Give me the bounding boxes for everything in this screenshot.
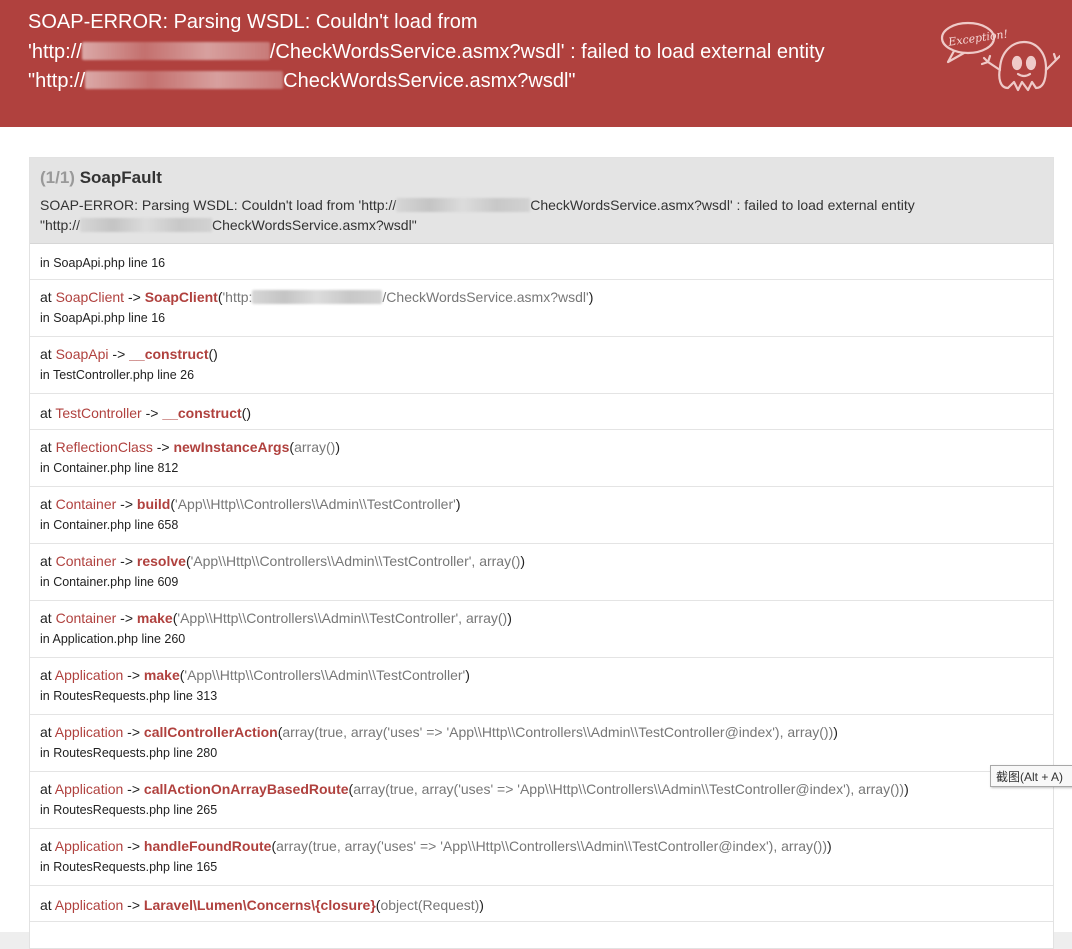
exception-message-line2-prefix: "http:// [40, 216, 80, 233]
trace-frame: at TestController -> __construct() [30, 394, 1053, 430]
trace-class: Application [54, 724, 124, 740]
exception-message: SOAP-ERROR: Parsing WSDL: Couldn't load … [40, 196, 1043, 235]
trace-location: in Container.php line 812 [40, 461, 179, 475]
trace-args: object(Request) [380, 897, 480, 913]
exception-count: (1/1) [40, 168, 75, 187]
trace-call: at TestController -> __construct() [40, 405, 252, 421]
trace-args-suffix: /CheckWordsService.asmx?wsdl' [382, 289, 589, 305]
trace-location: in Container.php line 609 [40, 575, 179, 589]
trace-class: ReflectionClass [55, 439, 153, 455]
trace-function: handleFoundRoute [143, 838, 272, 854]
trace-args-prefix: 'http: [222, 289, 253, 305]
trace-function: newInstanceArgs [173, 439, 290, 455]
trace-location: in Container.php line 658 [40, 518, 179, 532]
trace-location: in Application.php line 260 [40, 632, 186, 646]
trace-frame: at SoapClient -> SoapClient('http:/Check… [30, 280, 1053, 337]
trace-function: build [136, 496, 171, 512]
redacted-url [85, 71, 284, 89]
trace-class: TestController [55, 405, 142, 421]
trace-call: at SoapApi -> __construct() [40, 346, 218, 362]
trace-location: in RoutesRequests.php line 280 [40, 746, 218, 760]
redacted-url [81, 41, 270, 60]
redacted-url [396, 198, 531, 212]
trace-frame: at Application -> callControllerAction(a… [30, 715, 1053, 772]
trace-args: 'App\\Http\\Controllers\\Admin\\TestCont… [177, 610, 508, 626]
exception-message-line1-suffix: CheckWordsService.asmx?wsdl' : failed to… [530, 197, 915, 213]
trace-function: make [136, 610, 173, 626]
trace-frame: at SoapApi -> __construct() in TestContr… [30, 337, 1053, 394]
trace-call: at Application -> Laravel\Lumen\Concerns… [40, 897, 484, 913]
trace-class: Container [55, 553, 117, 569]
trace-location: in SoapApi.php line 16 [40, 311, 166, 325]
trace-function: callControllerAction [143, 724, 278, 740]
trace-args: 'App\\Http\\Controllers\\Admin\\TestCont… [184, 667, 466, 683]
redacted-url [252, 290, 383, 304]
trace-class: Application [54, 838, 124, 854]
exception-summary: (1/1) SoapFault SOAP-ERROR: Parsing WSDL… [30, 158, 1053, 244]
error-title-line2-suffix: /CheckWordsService.asmx?wsdl' : failed t… [269, 40, 825, 63]
trace-args: 'App\\Http\\Controllers\\Admin\\TestCont… [175, 496, 456, 512]
trace-location: in TestController.php line 26 [40, 368, 195, 382]
trace-call: at Container -> build('App\\Http\\Contro… [40, 496, 461, 512]
error-content: (1/1) SoapFault SOAP-ERROR: Parsing WSDL… [0, 127, 1072, 949]
error-title-line3-prefix: "http:// [28, 70, 86, 92]
error-title-line1: SOAP-ERROR: Parsing WSDL: Couldn't load … [28, 11, 478, 33]
trace-location: in SoapApi.php line 16 [40, 256, 166, 270]
trace-args: array() [294, 439, 336, 455]
trace-call: at ReflectionClass -> newInstanceArgs(ar… [40, 439, 340, 455]
exception-message-line1-prefix: SOAP-ERROR: Parsing WSDL: Couldn't load … [40, 197, 397, 213]
trace-origin: in SoapApi.php line 16 [30, 244, 1053, 280]
trace-class: Container [55, 496, 117, 512]
error-title-line2-prefix: 'http:// [28, 40, 82, 63]
trace-frame: at Container -> make('App\\Http\\Control… [30, 601, 1053, 658]
trace-class: Container [55, 610, 117, 626]
trace-call: at Container -> make('App\\Http\\Control… [40, 610, 512, 626]
trace-frame: at Application -> Laravel\Lumen\Concerns… [30, 886, 1053, 922]
redacted-url [80, 217, 212, 232]
exception-badge-label: Exception! [947, 27, 1009, 48]
exception-type: SoapFault [79, 168, 162, 187]
trace-location: in RoutesRequests.php line 165 [40, 860, 218, 874]
trace-function: Laravel\Lumen\Concerns\{closure} [143, 897, 376, 913]
exception-message-line2-suffix: CheckWordsService.asmx?wsdl" [212, 216, 417, 233]
error-title-line3-suffix: CheckWordsService.asmx?wsdl" [283, 70, 576, 92]
trace-frame: at ReflectionClass -> newInstanceArgs(ar… [30, 430, 1053, 487]
trace-call: at SoapClient -> SoapClient('http:/Check… [40, 289, 594, 305]
error-header: SOAP-ERROR: Parsing WSDL: Couldn't load … [0, 0, 1072, 128]
trace-frame: at Container -> build('App\\Http\\Contro… [30, 487, 1053, 544]
trace-frame: at Application -> handleFoundRoute(array… [30, 829, 1053, 886]
trace-args: array(true, array('uses' => 'App\\Http\\… [276, 838, 828, 854]
trace-frame: at Application -> make('App\\Http\\Contr… [30, 658, 1053, 715]
trace-location: in RoutesRequests.php line 265 [40, 803, 218, 817]
trace-class: Application [54, 897, 124, 913]
trace-class: SoapApi [55, 346, 109, 362]
trace-function: make [143, 667, 180, 683]
trace-args: 'App\\Http\\Controllers\\Admin\\TestCont… [190, 553, 521, 569]
trace-function: callActionOnArrayBasedRoute [143, 781, 349, 797]
trace-function: resolve [136, 553, 186, 569]
trace-function: __construct [162, 405, 242, 421]
trace-frame: at Application -> callActionOnArrayBased… [30, 772, 1053, 829]
trace-function: SoapClient [144, 289, 218, 305]
exception-heading: (1/1) SoapFault [40, 167, 1043, 189]
trace-location: in RoutesRequests.php line 313 [40, 689, 218, 703]
trace-call: at Application -> callControllerAction(a… [40, 724, 838, 740]
trace-call: at Application -> handleFoundRoute(array… [40, 838, 832, 854]
screenshot-tooltip: 截图(Alt + A) [990, 765, 1072, 787]
trace-args: array(true, array('uses' => 'App\\Http\\… [353, 781, 905, 797]
trace-frame: at Container -> resolve('App\\Http\\Cont… [30, 544, 1053, 601]
trace-call: at Application -> callActionOnArrayBased… [40, 781, 909, 797]
trace-call: at Application -> make('App\\Http\\Contr… [40, 667, 470, 683]
exception-ghost-icon: Exception! [940, 21, 1060, 92]
error-title: SOAP-ERROR: Parsing WSDL: Couldn't load … [28, 8, 908, 97]
trace-args: array(true, array('uses' => 'App\\Http\\… [282, 724, 834, 740]
trace-function: __construct [129, 346, 209, 362]
exception-block: (1/1) SoapFault SOAP-ERROR: Parsing WSDL… [29, 157, 1054, 949]
trace-class: Application [54, 667, 124, 683]
trace-class: Application [54, 781, 124, 797]
trace-class: SoapClient [55, 289, 125, 305]
trace-call: at Container -> resolve('App\\Http\\Cont… [40, 553, 526, 569]
